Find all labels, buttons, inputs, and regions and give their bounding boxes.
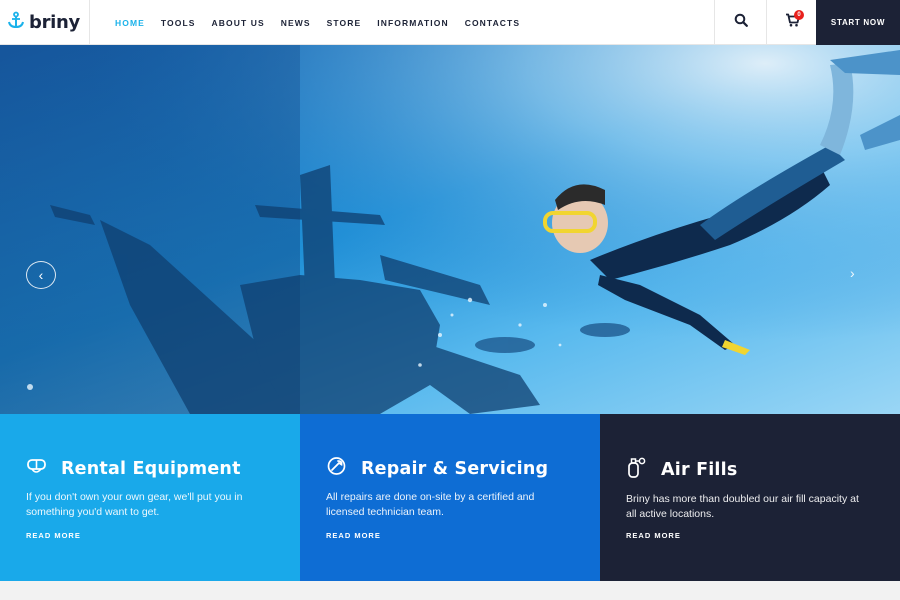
- chevron-right-icon: ›: [850, 265, 855, 281]
- start-now-button[interactable]: START NOW: [816, 0, 900, 45]
- logo-text: briny: [29, 12, 80, 33]
- nav-item-tools[interactable]: TOOLS: [161, 18, 196, 28]
- card-title: Repair & Servicing: [361, 458, 549, 479]
- read-more-link[interactable]: READ MORE: [326, 531, 381, 540]
- card-description: Briny has more than doubled our air fill…: [626, 493, 859, 520]
- nav-item-about-us[interactable]: ABOUT US: [212, 18, 265, 28]
- card-title: Rental Equipment: [61, 458, 241, 479]
- cart-count-badge: 0: [794, 10, 804, 20]
- card-title: Air Fills: [661, 459, 738, 480]
- wrench-icon: [326, 456, 347, 481]
- feature-card-air-fills: Air Fills Briny has more than doubled ou…: [600, 414, 900, 581]
- hero-image: [0, 45, 900, 414]
- slider-prev-button[interactable]: ‹: [26, 261, 56, 289]
- air-tank-icon: [626, 456, 647, 483]
- mask-icon: [26, 456, 47, 481]
- nav-item-store[interactable]: STORE: [327, 18, 362, 28]
- feature-cards: Rental Equipment If you don't own your o…: [0, 414, 900, 581]
- main-nav: HOME TOOLS ABOUT US NEWS STORE INFORMATI…: [115, 0, 536, 45]
- read-more-link[interactable]: READ MORE: [626, 531, 681, 540]
- card-description: If you don't own your own gear, we'll pu…: [26, 491, 243, 518]
- logo[interactable]: briny: [0, 0, 90, 45]
- chevron-left-icon: ‹: [38, 267, 44, 283]
- card-description: All repairs are done on-site by a certif…: [326, 491, 535, 518]
- feature-card-rental: Rental Equipment If you don't own your o…: [0, 414, 300, 581]
- nav-item-contacts[interactable]: CONTACTS: [465, 18, 520, 28]
- slider-next-button[interactable]: ›: [850, 265, 855, 281]
- hero-slider: ‹ ›: [0, 45, 900, 414]
- cart-button[interactable]: 0: [766, 0, 818, 45]
- read-more-link[interactable]: READ MORE: [26, 531, 81, 540]
- feature-card-repair: Repair & Servicing All repairs are done …: [300, 414, 600, 581]
- nav-item-information[interactable]: INFORMATION: [377, 18, 448, 28]
- page-bottom-strip: [0, 581, 900, 600]
- nav-item-news[interactable]: NEWS: [281, 18, 311, 28]
- search-button[interactable]: [714, 0, 766, 45]
- site-header: briny HOME TOOLS ABOUT US NEWS STORE INF…: [0, 0, 900, 45]
- search-icon: [734, 13, 748, 32]
- anchor-icon: [7, 11, 25, 34]
- nav-item-home[interactable]: HOME: [115, 18, 145, 28]
